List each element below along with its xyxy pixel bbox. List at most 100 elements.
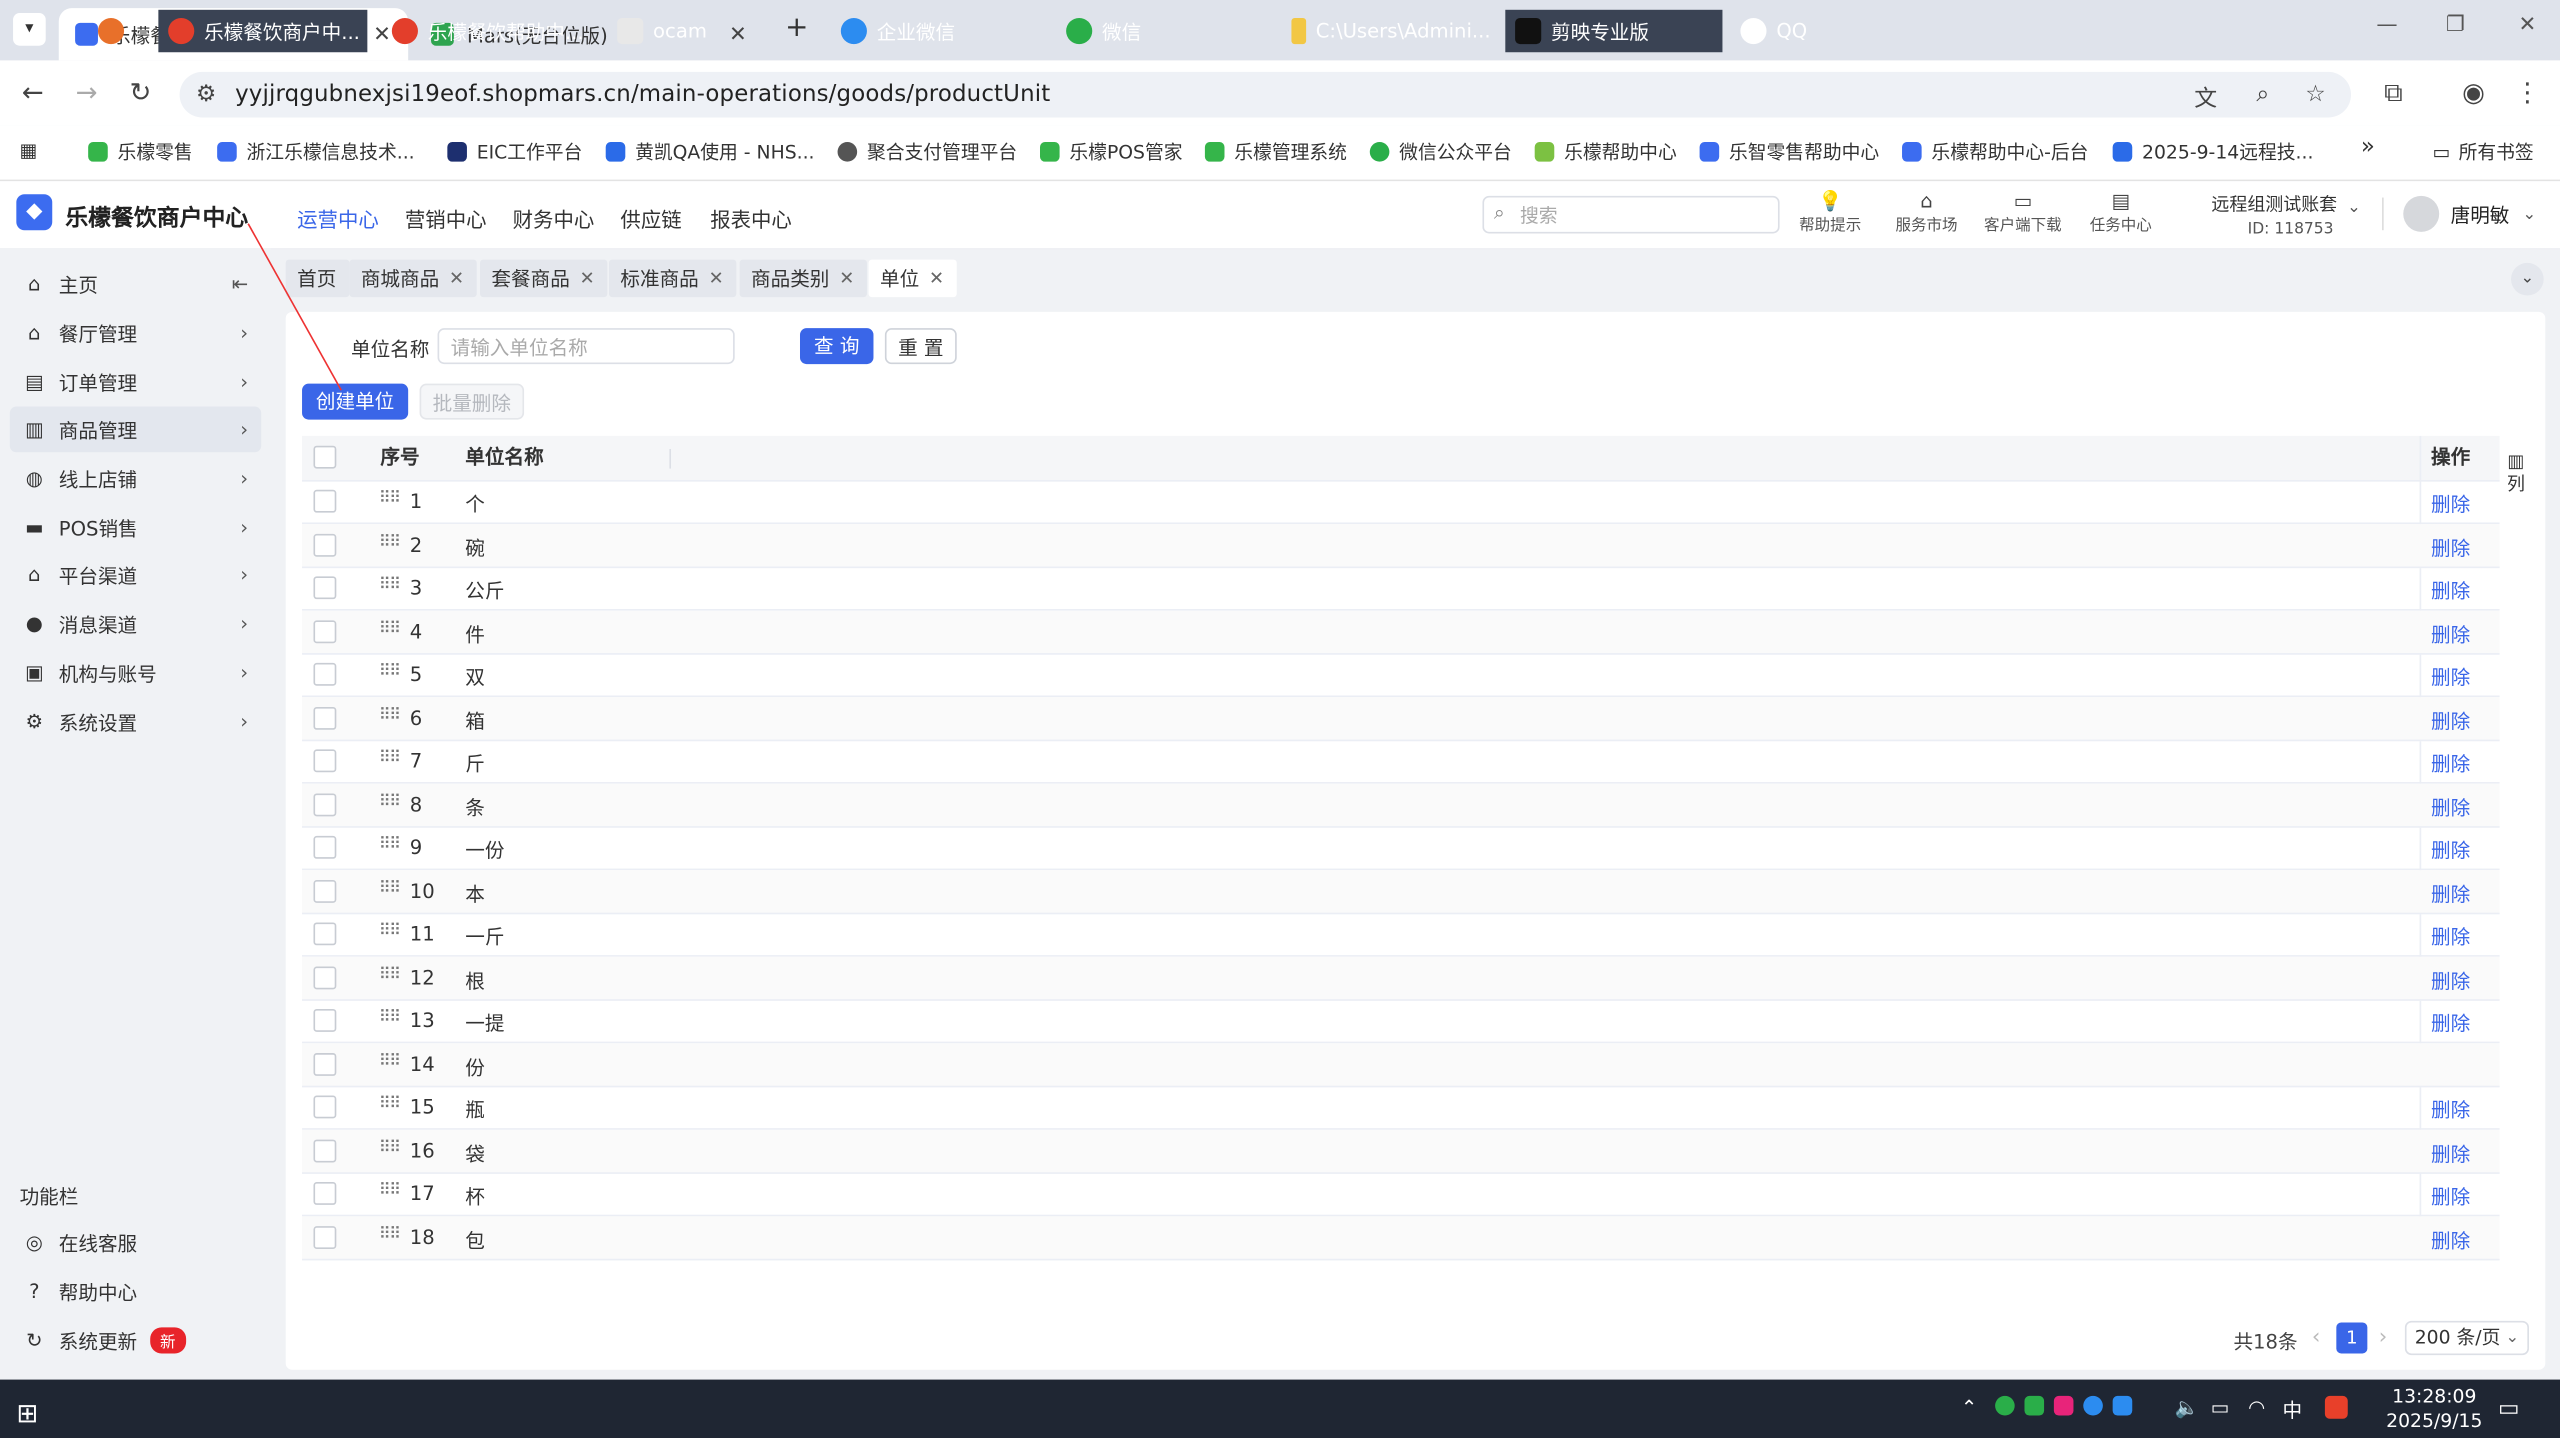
windows-start-icon[interactable]: ⊞: [16, 1391, 38, 1433]
row-checkbox[interactable]: [313, 1052, 337, 1076]
tray-app-icon[interactable]: [2024, 1395, 2045, 1416]
row-checkbox[interactable]: [313, 533, 337, 556]
next-page-button[interactable]: ›: [2379, 1326, 2387, 1350]
row-checkbox[interactable]: [313, 706, 337, 729]
tray-app-icon[interactable]: [2053, 1395, 2074, 1416]
prev-page-button[interactable]: ‹: [2312, 1326, 2320, 1350]
unit-name: 一份: [465, 839, 505, 863]
drag-handle-icon[interactable]: ⠿⠿: [379, 966, 401, 984]
taskbar-app-ocam[interactable]: ocam: [607, 10, 816, 52]
page-size-select[interactable]: 200 条/页 ⌄: [2404, 1320, 2529, 1356]
delete-button[interactable]: 删除: [2431, 836, 2470, 864]
tray-app-icon[interactable]: [2083, 1395, 2103, 1416]
drag-handle-icon[interactable]: ⠿⠿: [379, 706, 401, 724]
delete-button[interactable]: 删除: [2431, 1139, 2470, 1167]
row-checkbox[interactable]: [313, 1225, 337, 1249]
taskbar-app-explorer[interactable]: C:\Users\Admini...: [1282, 10, 1491, 52]
delete-button[interactable]: 删除: [2431, 1096, 2470, 1124]
row-checkbox[interactable]: [313, 879, 337, 903]
volume-icon[interactable]: 🔈: [2175, 1396, 2199, 1419]
tray-app-icon[interactable]: [2112, 1395, 2133, 1416]
drag-handle-icon[interactable]: ⠿⠿: [379, 1225, 401, 1243]
drag-handle-icon[interactable]: ⠿⠿: [379, 576, 401, 594]
row-checkbox[interactable]: [313, 922, 337, 946]
row-checkbox[interactable]: [313, 1138, 337, 1162]
taskbar-app-wecom[interactable]: 企业微信: [831, 10, 1040, 52]
drag-handle-icon[interactable]: ⠿⠿: [379, 836, 401, 854]
drag-handle-icon[interactable]: ⠿⠿: [379, 1139, 401, 1157]
drag-handle-icon[interactable]: ⠿⠿: [379, 663, 401, 681]
delete-button[interactable]: 删除: [2431, 793, 2470, 821]
clock[interactable]: 13:28:09 2025/9/15: [2376, 1384, 2494, 1433]
delete-button[interactable]: 删除: [2431, 706, 2470, 734]
clock-date: 2025/9/15: [2386, 1408, 2483, 1432]
delete-button[interactable]: 删除: [2431, 1225, 2470, 1253]
tray-expand-icon[interactable]: ⌃: [1961, 1396, 1977, 1419]
firefox-icon: [97, 17, 125, 45]
row-number: 12: [409, 965, 435, 989]
row-checkbox[interactable]: [313, 749, 337, 773]
select-all-checkbox[interactable]: [313, 445, 337, 469]
drag-handle-icon[interactable]: ⠿⠿: [379, 1182, 401, 1200]
drag-handle-icon[interactable]: ⠿⠿: [379, 533, 401, 551]
drag-handle-icon[interactable]: ⠿⠿: [379, 793, 401, 811]
table-row: ⠿⠿ 16 袋 删除: [302, 1128, 2500, 1174]
tray-app-icon[interactable]: [1995, 1395, 2015, 1416]
delete-button[interactable]: 删除: [2431, 1009, 2470, 1037]
delete-button[interactable]: 删除: [2431, 663, 2470, 691]
taskbar-app-capcut[interactable]: 剪映专业版: [1505, 9, 1723, 53]
delete-button[interactable]: 删除: [2431, 533, 2470, 561]
chrome-icon: [168, 17, 195, 45]
firefox-taskbar-icon[interactable]: [88, 10, 134, 52]
notification-icon[interactable]: ▭: [2498, 1396, 2520, 1422]
delete-button[interactable]: 删除: [2431, 922, 2470, 950]
wechat-icon: [1066, 17, 1093, 45]
ime-indicator[interactable]: 中: [2282, 1396, 2302, 1424]
drag-handle-icon[interactable]: ⠿⠿: [379, 1009, 401, 1027]
row-checkbox[interactable]: [313, 662, 337, 686]
delete-button[interactable]: 删除: [2431, 1182, 2470, 1210]
row-checkbox[interactable]: [313, 965, 337, 989]
row-checkbox[interactable]: [313, 835, 337, 859]
delete-button[interactable]: 删除: [2431, 620, 2470, 648]
page-1-button[interactable]: 1: [2336, 1322, 2368, 1354]
row-number: 7: [409, 749, 423, 773]
taskbar-app-wechat[interactable]: 微信: [1056, 10, 1265, 52]
battery-icon[interactable]: ▭: [2211, 1396, 2230, 1419]
taskbar-app-label: 乐檬餐饮商户中...: [204, 20, 360, 44]
row-checkbox[interactable]: [313, 576, 337, 600]
drag-handle-icon[interactable]: ⠿⠿: [379, 1052, 401, 1070]
taskbar-app-chrome-2[interactable]: 乐檬餐饮帮助中...: [382, 10, 591, 52]
row-checkbox[interactable]: [313, 619, 337, 643]
table-row: ⠿⠿ 14 份: [302, 1042, 2500, 1087]
row-checkbox[interactable]: [313, 489, 337, 513]
delete-button[interactable]: 删除: [2431, 966, 2470, 994]
drag-handle-icon[interactable]: ⠿⠿: [379, 620, 401, 638]
delete-button[interactable]: 删除: [2431, 879, 2470, 907]
tray-app-icon[interactable]: [2324, 1395, 2348, 1419]
drag-handle-icon[interactable]: ⠿⠿: [379, 490, 401, 508]
drag-handle-icon[interactable]: ⠿⠿: [379, 922, 401, 940]
row-checkbox[interactable]: [313, 1182, 337, 1205]
capcut-icon: [1515, 17, 1542, 45]
table-row: ⠿⠿ 10 本 删除: [302, 869, 2500, 914]
column-settings-label: 列: [2506, 473, 2525, 495]
delete-button[interactable]: 删除: [2431, 749, 2470, 777]
delete-button[interactable]: 删除: [2431, 490, 2470, 518]
column-settings-button[interactable]: ▥ 列: [2503, 451, 2529, 497]
row-checkbox[interactable]: [313, 1095, 337, 1119]
taskbar-app-qq[interactable]: QQ: [1731, 10, 1940, 52]
drag-handle-icon[interactable]: ⠿⠿: [379, 879, 401, 897]
drag-handle-icon[interactable]: ⠿⠿: [379, 1096, 401, 1114]
drag-handle-icon[interactable]: ⠿⠿: [379, 749, 401, 767]
col-resizer[interactable]: [669, 448, 672, 469]
row-checkbox[interactable]: [313, 1008, 337, 1032]
taskbar-app-chrome-1[interactable]: 乐檬餐饮商户中...: [158, 9, 368, 53]
delete-button[interactable]: 删除: [2431, 576, 2470, 604]
row-checkbox[interactable]: [313, 792, 337, 816]
unit-name: 斤: [465, 752, 485, 776]
wifi-icon[interactable]: ◠: [2248, 1396, 2265, 1419]
row-number: 14: [409, 1052, 435, 1076]
clock-time: 13:28:09: [2392, 1384, 2477, 1408]
chevron-down-icon: ⌄: [2505, 1328, 2520, 1347]
